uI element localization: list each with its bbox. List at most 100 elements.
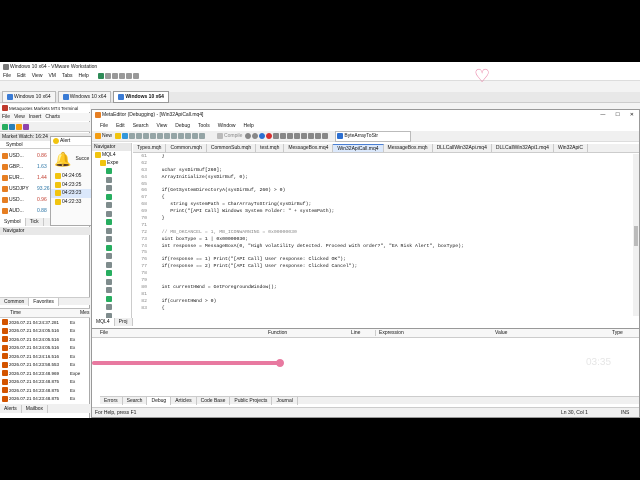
me-menu-view[interactable]: View	[153, 123, 172, 129]
watch-col-value[interactable]: Value	[495, 330, 612, 336]
vm-tab-1[interactable]: Windows 10 x64	[2, 91, 56, 103]
profiler-icon[interactable]	[308, 133, 315, 139]
tab-symbol[interactable]: Symbol	[0, 218, 26, 226]
debug-col-file[interactable]: File	[92, 330, 268, 336]
tab-types-mqh[interactable]: Types.mqh	[133, 144, 167, 152]
me-menu-window[interactable]: Window	[214, 123, 240, 129]
remove-breakpoints-icon[interactable]	[301, 133, 308, 139]
symbol-row[interactable]: AUD... 0.88	[0, 205, 50, 216]
tab-mql4[interactable]: MQL4	[92, 318, 115, 326]
debug-continue-icon[interactable]	[252, 133, 259, 139]
me-menu-file[interactable]: File	[92, 123, 112, 129]
code-line[interactable]: Print("[API Call] Windows System Folder:…	[153, 209, 464, 216]
pause-icon[interactable]	[259, 133, 266, 139]
journal-row[interactable]: 2026.07.21 04:23:58.553 Ex	[0, 361, 90, 370]
navigator-file-item[interactable]	[92, 278, 131, 287]
close-icon[interactable]: ✕	[625, 112, 639, 118]
navigator-file-item[interactable]	[92, 227, 131, 236]
tab-win32apic[interactable]: Win32ApiC	[554, 144, 588, 152]
tab-messagebox-mqh[interactable]: MessageBox.mqh	[384, 144, 433, 152]
navigator-file-item[interactable]	[92, 167, 131, 176]
code-line[interactable]	[153, 292, 464, 299]
navigator-toggle-icon[interactable]	[185, 133, 192, 139]
code-editor[interactable]: 61 62 63 64 65 66 67 68 69 70 71 72 73 74 75 76 77 78 79 80…	[133, 154, 631, 316]
journal-row[interactable]: 2026.07.21 04:23:48.875 Ex	[0, 395, 90, 404]
code-line[interactable]	[153, 161, 464, 168]
symbol-row[interactable]: USDJPY 93.26	[0, 183, 50, 194]
tab-alerts[interactable]: Alerts	[0, 404, 22, 413]
unity-icon[interactable]	[132, 73, 139, 79]
code-text[interactable]: } uchar sysDirBuf[260]; ArrayInitialize(…	[150, 154, 464, 312]
scrollbar-thumb[interactable]	[634, 226, 638, 246]
tab-project[interactable]: Proj	[115, 318, 133, 326]
toolbox-toggle-icon[interactable]	[192, 133, 199, 139]
tree-item-experts[interactable]: Expe	[92, 159, 131, 167]
compile-button[interactable]: Compile	[214, 133, 245, 139]
code-line[interactable]	[153, 223, 464, 230]
redo-icon[interactable]	[157, 133, 164, 139]
minimize-icon[interactable]: —	[595, 112, 610, 118]
code-line[interactable]: int response = MessageBoxA(0, "High vola…	[153, 244, 464, 251]
find-icon[interactable]	[164, 133, 171, 139]
code-line[interactable]: }	[153, 216, 464, 223]
copy-icon[interactable]	[136, 133, 143, 139]
code-line[interactable]: ArrayInitialize(sysDirBuf, 0);	[153, 175, 464, 182]
tab-mailbox[interactable]: Mailbox	[22, 404, 49, 413]
alert-list-item[interactable]: 04:24:05	[51, 172, 94, 181]
tab-code-base[interactable]: Code Base	[197, 396, 231, 405]
snapshot-icon[interactable]	[104, 73, 111, 79]
navigator-icon[interactable]	[23, 123, 29, 130]
tab-search[interactable]: Search	[123, 396, 148, 405]
market-watch-icon[interactable]	[16, 123, 22, 130]
tab-messagebox-mq4[interactable]: MessageBox.mq4	[284, 144, 334, 152]
step-into-icon[interactable]	[273, 133, 280, 139]
power-on-icon[interactable]	[97, 73, 104, 79]
terminal-icon[interactable]	[322, 133, 329, 139]
vm-menu-view[interactable]: View	[29, 73, 46, 79]
code-line[interactable]: if(response == 2) Print("[API Call] User…	[153, 264, 464, 271]
tab-tick[interactable]: Tick	[26, 218, 44, 226]
toggle-breakpoint-icon[interactable]	[294, 133, 301, 139]
navigator-file-item[interactable]	[92, 235, 131, 244]
replace-icon[interactable]	[171, 133, 178, 139]
step-out-icon[interactable]	[287, 133, 294, 139]
code-line[interactable]: if(currentHWnd > 0)	[153, 299, 464, 306]
paste-icon[interactable]	[143, 133, 150, 139]
navigator-file-item[interactable]	[92, 210, 131, 219]
mt4-menu-view[interactable]: View	[12, 114, 27, 120]
tab-commonsub-mqh[interactable]: CommonSub.mqh	[207, 144, 257, 152]
symbol-row[interactable]: EUR... 1.44	[0, 172, 50, 183]
tab-win32apicall-mq4-active[interactable]: Win32ApiCall.mq4	[333, 144, 384, 152]
debug-back-icon[interactable]	[245, 133, 252, 139]
code-line[interactable]: // MB_OKCANCEL = 1, MB_ICONWARNING = 0x0…	[153, 230, 464, 237]
code-line[interactable]: uchar sysDirBuf[260];	[153, 168, 464, 175]
code-line[interactable]	[153, 271, 464, 278]
styler-icon[interactable]	[199, 133, 206, 139]
vm-tab-3-active[interactable]: Windows 10 x64	[113, 91, 169, 103]
new-chart-icon[interactable]	[2, 123, 8, 130]
code-line[interactable]: {	[153, 306, 464, 313]
stop-icon[interactable]	[266, 133, 273, 139]
me-menu-search[interactable]: Search	[129, 123, 153, 129]
debug-col-function[interactable]: Function	[268, 330, 351, 336]
open-icon[interactable]	[115, 133, 122, 139]
mt4-menu-insert[interactable]: Insert	[27, 114, 44, 120]
journal-row[interactable]: 2026.07.21 04:24:05.516 Ex	[0, 335, 90, 344]
me-menu-edit[interactable]: Edit	[112, 123, 129, 129]
navigator-file-item[interactable]	[92, 193, 131, 202]
navigator-file-item[interactable]	[92, 286, 131, 295]
tester-icon[interactable]	[315, 133, 322, 139]
symbol-row[interactable]: USD... 0.96	[0, 194, 50, 205]
tab-articles[interactable]: Articles	[171, 396, 197, 405]
tab-test-mqh[interactable]: test.mqh	[256, 144, 285, 152]
journal-row[interactable]: 2026.07.21 04:23:48.875 Ex	[0, 386, 90, 395]
undo-icon[interactable]	[150, 133, 157, 139]
cut-icon[interactable]	[129, 133, 136, 139]
alert-list-item[interactable]: 04:23:23	[51, 189, 94, 198]
navigator-file-item[interactable]	[92, 244, 131, 253]
code-line[interactable]: if(GetSystemDirectoryA(sysDirBuf, 260) >…	[153, 188, 464, 195]
tab-common-mqh[interactable]: Common.mqh	[166, 144, 207, 152]
bookmark-icon[interactable]	[178, 133, 185, 139]
journal-row[interactable]: 2026.07.21 04:24:16.516 Ex	[0, 352, 90, 361]
alert-list-item[interactable]: 04:22:33	[51, 198, 94, 207]
